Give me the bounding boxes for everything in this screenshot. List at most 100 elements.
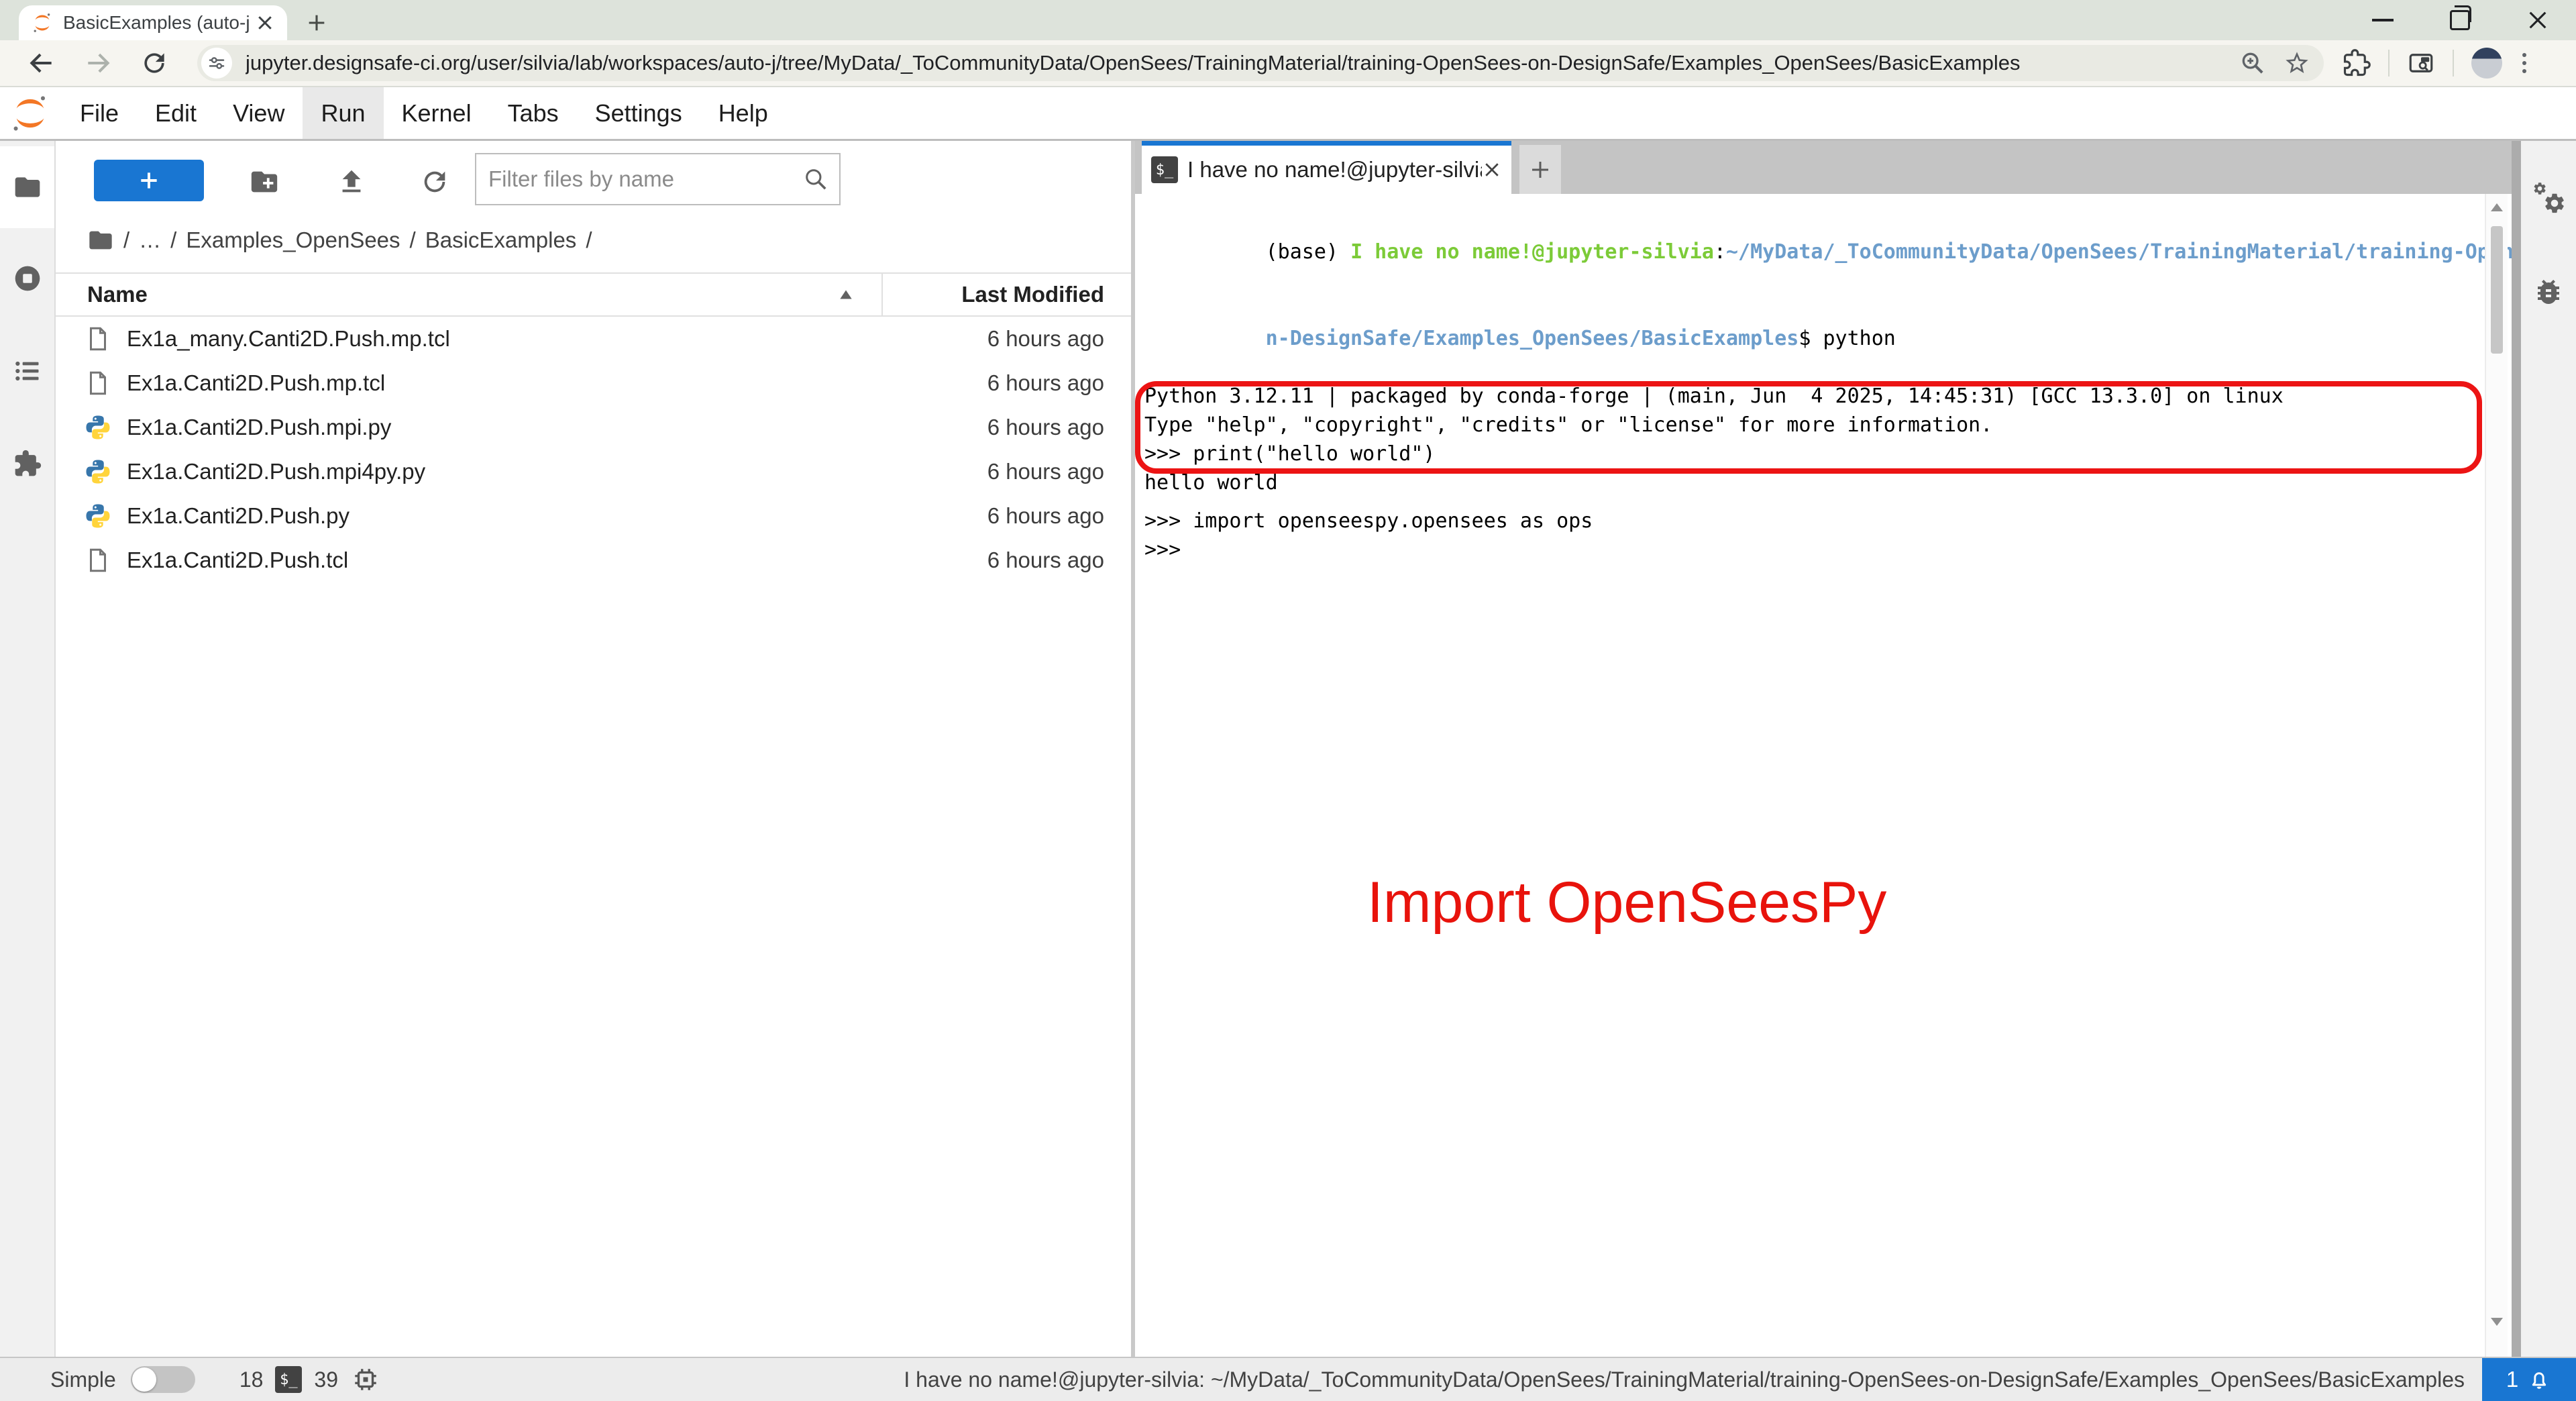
- breadcrumb: / … / Examples_OpenSees / BasicExamples …: [87, 220, 592, 260]
- profile-avatar[interactable]: [2471, 48, 2502, 79]
- status-bar-right: I have no name!@jupyter-silvia: ~/MyData…: [904, 1358, 2576, 1401]
- file-modified: 6 hours ago: [987, 370, 1104, 395]
- site-info-icon[interactable]: [201, 48, 232, 79]
- menu-help[interactable]: Help: [700, 87, 786, 139]
- menu-settings[interactable]: Settings: [577, 87, 700, 139]
- file-icon: [90, 548, 106, 572]
- file-list: Ex1a_many.Canti2D.Push.mp.tcl 6 hours ag…: [56, 317, 1131, 582]
- search-tabs-icon[interactable]: [2407, 49, 2435, 77]
- browser-tab[interactable]: BasicExamples (auto-j) - Jupyte: [19, 5, 287, 40]
- reload-button[interactable]: [140, 48, 169, 78]
- url-text[interactable]: jupyter.designsafe-ci.org/user/silvia/la…: [246, 51, 2222, 75]
- kernels-count[interactable]: 39: [314, 1367, 338, 1392]
- scrollbar-thumb[interactable]: [2491, 226, 2503, 354]
- refresh-button[interactable]: [419, 166, 450, 197]
- filter-files-input[interactable]: [487, 166, 803, 193]
- folder-icon: [15, 177, 40, 197]
- kernel-chip-icon[interactable]: [352, 1365, 380, 1394]
- breadcrumb-segment[interactable]: Examples_OpenSees: [186, 227, 400, 253]
- column-header-name[interactable]: Name: [87, 282, 837, 307]
- file-row[interactable]: Ex1a.Canti2D.Push.mpi.py 6 hours ago: [56, 405, 1131, 450]
- tab-close-icon[interactable]: [1482, 160, 1502, 180]
- zoom-icon[interactable]: [2239, 50, 2266, 76]
- breadcrumb-ellipsis[interactable]: …: [139, 227, 161, 253]
- main-area: / … / Examples_OpenSees / BasicExamples …: [0, 141, 2576, 1357]
- menu-file[interactable]: File: [62, 87, 137, 139]
- jupyter-logo: [13, 96, 45, 131]
- annotation-caption: Import OpenSeesPy: [1367, 870, 1887, 935]
- python-file-icon: [86, 415, 110, 439]
- file-modified: 6 hours ago: [987, 415, 1104, 439]
- window-restore-button[interactable]: [2450, 5, 2471, 30]
- file-browser-toolbar: [56, 153, 1131, 220]
- jupyterlab-menubar: File Edit View Run Kernel Tabs Settings …: [0, 87, 2576, 141]
- file-row[interactable]: Ex1a_many.Canti2D.Push.mp.tcl 6 hours ag…: [56, 317, 1131, 361]
- filter-files-box: [475, 153, 841, 205]
- column-header-modified[interactable]: Last Modified: [883, 282, 1131, 307]
- menu-kernel[interactable]: Kernel: [384, 87, 490, 139]
- simple-mode-label: Simple: [50, 1367, 116, 1392]
- screen: BasicExamples (auto-j) - Jupyte: [0, 0, 2576, 1401]
- file-name: Ex1a.Canti2D.Push.mp.tcl: [127, 370, 386, 395]
- sidebar-item-running[interactable]: [0, 238, 54, 319]
- scroll-up-icon[interactable]: [2490, 202, 2504, 213]
- tab-close-icon[interactable]: [255, 13, 275, 33]
- sidebar-item-property-inspector[interactable]: [2521, 161, 2576, 235]
- new-folder-button[interactable]: [249, 166, 280, 197]
- terminal-tab[interactable]: $_ I have no name!@jupyter-silvia: [1142, 141, 1511, 194]
- forward-button[interactable]: [83, 48, 113, 78]
- file-row[interactable]: Ex1a.Canti2D.Push.py 6 hours ago: [56, 494, 1131, 538]
- file-row[interactable]: Ex1a.Canti2D.Push.mp.tcl 6 hours ago: [56, 361, 1131, 405]
- breadcrumb-sep: /: [586, 227, 592, 252]
- upload-button[interactable]: [336, 166, 367, 197]
- browser-menu-icon[interactable]: [2520, 50, 2529, 76]
- sidebar-item-file-browser[interactable]: [0, 146, 54, 228]
- url-bar[interactable]: jupyter.designsafe-ci.org/user/silvia/la…: [197, 45, 2324, 81]
- toolbar-right-group: [2343, 48, 2529, 79]
- menu-view[interactable]: View: [215, 87, 303, 139]
- terminal-tabbar: $_ I have no name!@jupyter-silvia: [1135, 141, 2512, 194]
- list-icon: [15, 361, 38, 381]
- menu-edit[interactable]: Edit: [137, 87, 215, 139]
- menu-tabs[interactable]: Tabs: [490, 87, 577, 139]
- sidebar-item-extensions[interactable]: [0, 423, 54, 505]
- plus-icon: [309, 15, 325, 31]
- panel-divider[interactable]: [2512, 141, 2521, 1357]
- terminal-output[interactable]: (base) I have no name!@jupyter-silvia:~/…: [1135, 194, 2576, 1357]
- sidebar-item-toc[interactable]: [0, 330, 54, 412]
- window-close-button[interactable]: [2526, 9, 2549, 32]
- simple-mode-toggle[interactable]: [130, 1366, 195, 1393]
- bookmark-star-icon[interactable]: [2284, 50, 2310, 76]
- home-folder-icon[interactable]: [87, 227, 114, 254]
- back-button[interactable]: [27, 48, 56, 78]
- terminal-line: Python 3.12.11 | packaged by conda-forge…: [1144, 384, 2284, 408]
- terminal-scrollbar[interactable]: [2485, 194, 2508, 1357]
- notification-count: 1: [2506, 1367, 2519, 1392]
- new-launcher-button[interactable]: [94, 160, 204, 201]
- menu-run[interactable]: Run: [303, 87, 384, 139]
- terminal-line: >>> print("hello world"): [1144, 442, 1436, 466]
- breadcrumb-segment[interactable]: BasicExamples: [425, 227, 577, 253]
- notifications-button[interactable]: 1: [2482, 1358, 2576, 1401]
- terminal-line: n-DesignSafe/Examples_OpenSees/BasicExam…: [1265, 327, 1896, 350]
- new-view-tab-button[interactable]: [1519, 145, 1561, 194]
- terminal-icon: $_: [1151, 156, 1178, 183]
- terminal-session-path: I have no name!@jupyter-silvia: ~/MyData…: [904, 1367, 2465, 1392]
- extensions-icon[interactable]: [2343, 49, 2371, 77]
- terminals-count[interactable]: 18: [239, 1367, 264, 1392]
- bell-icon: [2532, 1372, 2546, 1389]
- scroll-down-icon[interactable]: [2490, 1316, 2504, 1327]
- file-row[interactable]: Ex1a.Canti2D.Push.tcl 6 hours ago: [56, 538, 1131, 582]
- sidebar-item-debugger[interactable]: [2521, 255, 2576, 329]
- file-list-header[interactable]: Name Last Modified: [56, 272, 1131, 317]
- terminal-panel: $_ I have no name!@jupyter-silvia (base)…: [1135, 141, 2576, 1357]
- file-icon: [90, 371, 106, 395]
- new-tab-button[interactable]: [303, 9, 330, 36]
- toolbar-divider: [2453, 50, 2454, 76]
- file-row[interactable]: Ex1a.Canti2D.Push.mpi4py.py 6 hours ago: [56, 450, 1131, 494]
- file-modified: 6 hours ago: [987, 326, 1104, 351]
- file-modified: 6 hours ago: [987, 459, 1104, 484]
- file-name: Ex1a.Canti2D.Push.mpi4py.py: [127, 459, 426, 484]
- window-minimize-button[interactable]: [2372, 19, 2394, 21]
- file-browser-panel: / … / Examples_OpenSees / BasicExamples …: [56, 141, 1131, 1357]
